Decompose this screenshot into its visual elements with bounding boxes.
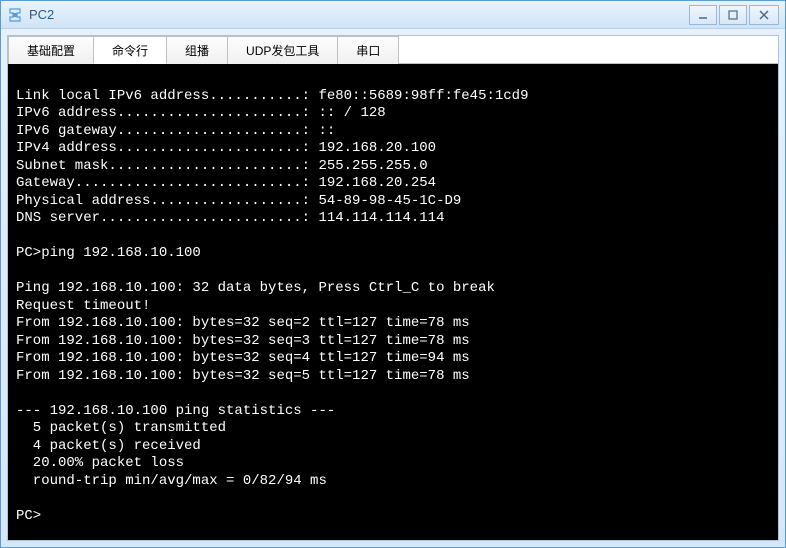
tab-multicast[interactable]: 组播	[166, 36, 228, 64]
app-icon	[7, 7, 23, 23]
tab-serial[interactable]: 串口	[337, 36, 399, 64]
tab-label: 组播	[185, 42, 209, 59]
tab-basic-config[interactable]: 基础配置	[8, 36, 94, 64]
app-window: PC2 基础配置 命令行 组播 UDP发包工具	[0, 0, 786, 548]
tabs: 基础配置 命令行 组播 UDP发包工具 串口	[8, 36, 778, 64]
minimize-button[interactable]	[689, 5, 717, 25]
tab-udp-tool[interactable]: UDP发包工具	[227, 36, 338, 64]
window-title: PC2	[29, 7, 689, 22]
tab-label: UDP发包工具	[246, 42, 319, 59]
window-controls	[689, 5, 779, 25]
tab-label: 基础配置	[27, 42, 75, 59]
close-button[interactable]	[749, 5, 779, 25]
titlebar: PC2	[1, 1, 785, 29]
maximize-button[interactable]	[719, 5, 747, 25]
terminal-output[interactable]: Link local IPv6 address...........: fe80…	[8, 64, 778, 540]
content-area: 基础配置 命令行 组播 UDP发包工具 串口 Link local IPv6 a…	[7, 35, 779, 541]
tab-command-line[interactable]: 命令行	[93, 36, 167, 64]
tab-label: 串口	[356, 42, 380, 59]
tab-label: 命令行	[112, 42, 148, 59]
